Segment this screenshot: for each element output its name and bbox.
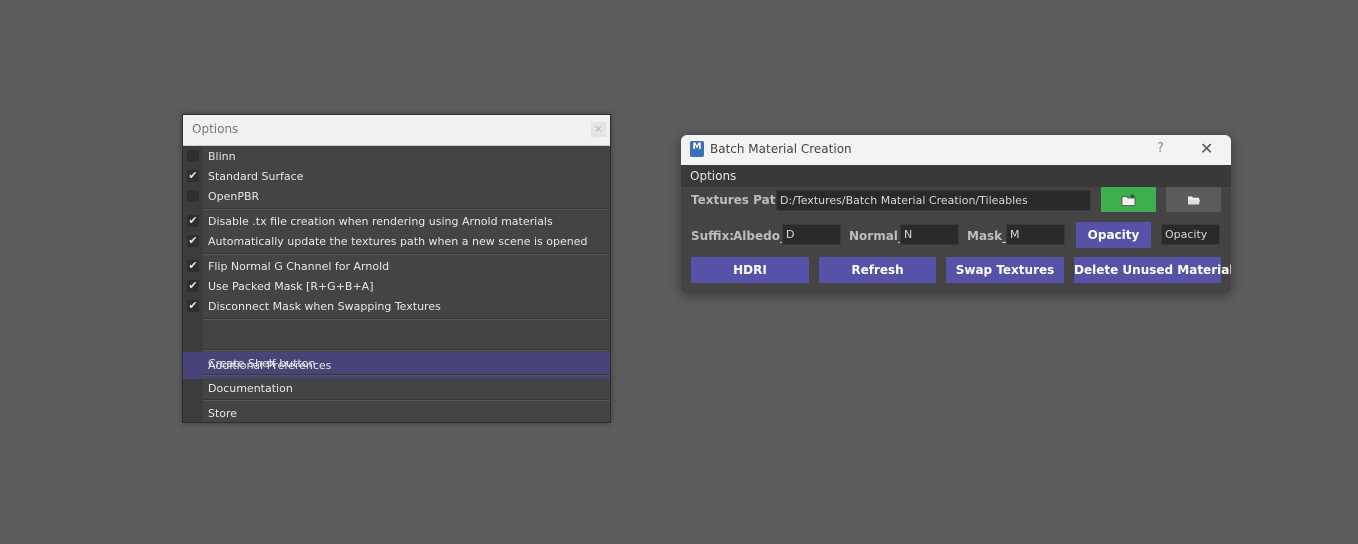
textures-path-input[interactable] [776, 190, 1091, 211]
checkmark-icon[interactable]: ✔ [187, 170, 199, 182]
option-blinn[interactable]: Blinn [183, 147, 610, 167]
option-label: OpenPBR [208, 190, 260, 203]
divider [203, 208, 610, 210]
option-auto-update-path[interactable]: ✔ Automatically update the textures path… [183, 232, 610, 252]
normal-suffix-input[interactable] [900, 224, 959, 245]
menu-item-label: Documentation [208, 382, 293, 395]
divider [203, 374, 610, 376]
option-openpbr[interactable]: OpenPBR [183, 187, 610, 207]
help-icon[interactable]: ? [1157, 141, 1164, 156]
refresh-button[interactable]: Refresh [819, 257, 936, 283]
batch-title-bar[interactable]: M Batch Material Creation ? ✕ [681, 135, 1231, 165]
suffix-label: Suffix: [691, 229, 735, 243]
option-label: Standard Surface [208, 170, 304, 183]
checkmark-icon[interactable]: ✔ [187, 280, 199, 292]
option-disable-tx[interactable]: ✔ Disable .tx file creation when renderi… [183, 212, 610, 232]
option-standard-surface[interactable]: ✔ Standard Surface [183, 167, 610, 187]
menu-item-label: Create Shelf button [208, 357, 316, 370]
menu-item-create-shelf-button[interactable]: Create Shelf button [183, 354, 610, 374]
folder-plus-icon [1121, 193, 1135, 206]
mask-label: Mask_ [967, 229, 1009, 243]
create-folder-button[interactable] [1101, 187, 1156, 212]
option-label: Use Packed Mask [R+G+B+A] [208, 280, 374, 293]
albedo-suffix-input[interactable] [782, 224, 841, 245]
checkmark-icon[interactable]: ✔ [187, 260, 199, 272]
divider [203, 253, 610, 255]
browse-folder-button[interactable] [1166, 187, 1221, 212]
divider [203, 349, 610, 351]
options-title-bar[interactable]: Options × [183, 115, 610, 146]
option-label: Disable .tx file creation when rendering… [208, 215, 553, 228]
close-icon[interactable]: × [591, 122, 606, 137]
window-title: Batch Material Creation [710, 142, 852, 156]
option-packed-mask[interactable]: ✔ Use Packed Mask [R+G+B+A] [183, 277, 610, 297]
option-disconnect-mask[interactable]: ✔ Disconnect Mask when Swapping Textures [183, 297, 610, 317]
swap-textures-button[interactable]: Swap Textures [946, 257, 1064, 283]
menu-bar: Options [681, 165, 1231, 187]
delete-unused-materials-button[interactable]: Delete Unused Materials [1074, 257, 1231, 283]
option-label: Flip Normal G Channel for Arnold [208, 260, 390, 273]
hdri-button[interactable]: HDRI [691, 257, 809, 283]
options-title: Options [192, 122, 239, 136]
option-flip-normal[interactable]: ✔ Flip Normal G Channel for Arnold [183, 257, 610, 277]
checkmark-icon[interactable]: ✔ [187, 215, 199, 227]
checkmark-icon[interactable]: ✔ [187, 235, 199, 247]
opacity-button[interactable]: Opacity [1076, 222, 1151, 248]
opacity-suffix-input[interactable] [1161, 224, 1220, 245]
menu-options[interactable]: Options [690, 169, 736, 183]
albedo-label: Albedo_ [733, 229, 786, 243]
folder-icon [1187, 196, 1200, 204]
options-window: Options × Additional Preferences Blinn ✔… [182, 114, 611, 423]
textures-path-label: Textures Path: [691, 193, 789, 207]
option-label: Blinn [208, 150, 236, 163]
checkbox-openpbr[interactable] [187, 190, 199, 202]
option-label: Disconnect Mask when Swapping Textures [208, 300, 441, 313]
checkmark-icon[interactable]: ✔ [187, 300, 199, 312]
divider [203, 399, 610, 401]
close-icon[interactable]: ✕ [1200, 139, 1213, 158]
options-list: Additional Preferences Blinn ✔ Standard … [183, 146, 610, 422]
option-label: Automatically update the textures path w… [208, 235, 588, 248]
normal-label: Normal_ [849, 229, 904, 243]
menu-item-documentation[interactable]: Documentation [183, 379, 610, 399]
menu-item-label: Store [208, 407, 238, 420]
mask-suffix-input[interactable] [1006, 224, 1065, 245]
maya-logo-icon: M [690, 141, 704, 157]
checkbox-blinn[interactable] [187, 150, 199, 162]
menu-item-store[interactable]: Store [183, 404, 610, 424]
batch-material-window: M Batch Material Creation ? ✕ Options Te… [681, 135, 1231, 293]
divider [203, 318, 610, 320]
